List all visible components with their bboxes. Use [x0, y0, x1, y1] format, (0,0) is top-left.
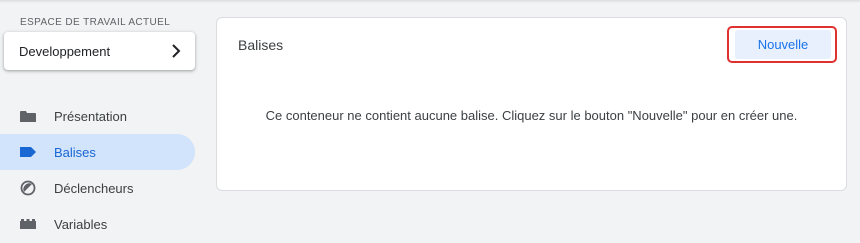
tag-icon — [19, 145, 37, 159]
sidebar-item-declencheurs[interactable]: Déclencheurs — [0, 170, 195, 206]
sidebar-item-label: Variables — [54, 216, 108, 232]
sidebar-item-presentation[interactable]: Présentation — [0, 98, 195, 134]
workspace-label: ESPACE DE TRAVAIL ACTUEL — [20, 17, 171, 28]
variables-icon — [19, 217, 37, 231]
sidebar-item-label: Déclencheurs — [54, 180, 134, 196]
empty-state-message: Ce conteneur ne contient aucune balise. … — [265, 108, 798, 123]
sidebar-nav: Présentation Balises Déclencheurs Variab… — [0, 98, 195, 242]
panel-title: Balises — [238, 37, 284, 53]
sidebar-item-variables[interactable]: Variables — [0, 206, 195, 242]
sidebar-item-label: Balises — [54, 144, 96, 160]
workspace-selector[interactable]: Developpement — [4, 32, 195, 70]
trigger-icon — [19, 180, 37, 196]
tags-panel: Balises Nouvelle Ce conteneur ne contien… — [216, 17, 847, 191]
workspace-name: Developpement — [19, 43, 111, 59]
top-bar-shadow — [0, 0, 860, 3]
chevron-right-icon — [169, 44, 183, 58]
sidebar-item-balises[interactable]: Balises — [0, 134, 195, 170]
folder-icon — [19, 109, 37, 123]
new-tag-button[interactable]: Nouvelle — [735, 30, 831, 59]
sidebar-item-label: Présentation — [54, 108, 127, 124]
